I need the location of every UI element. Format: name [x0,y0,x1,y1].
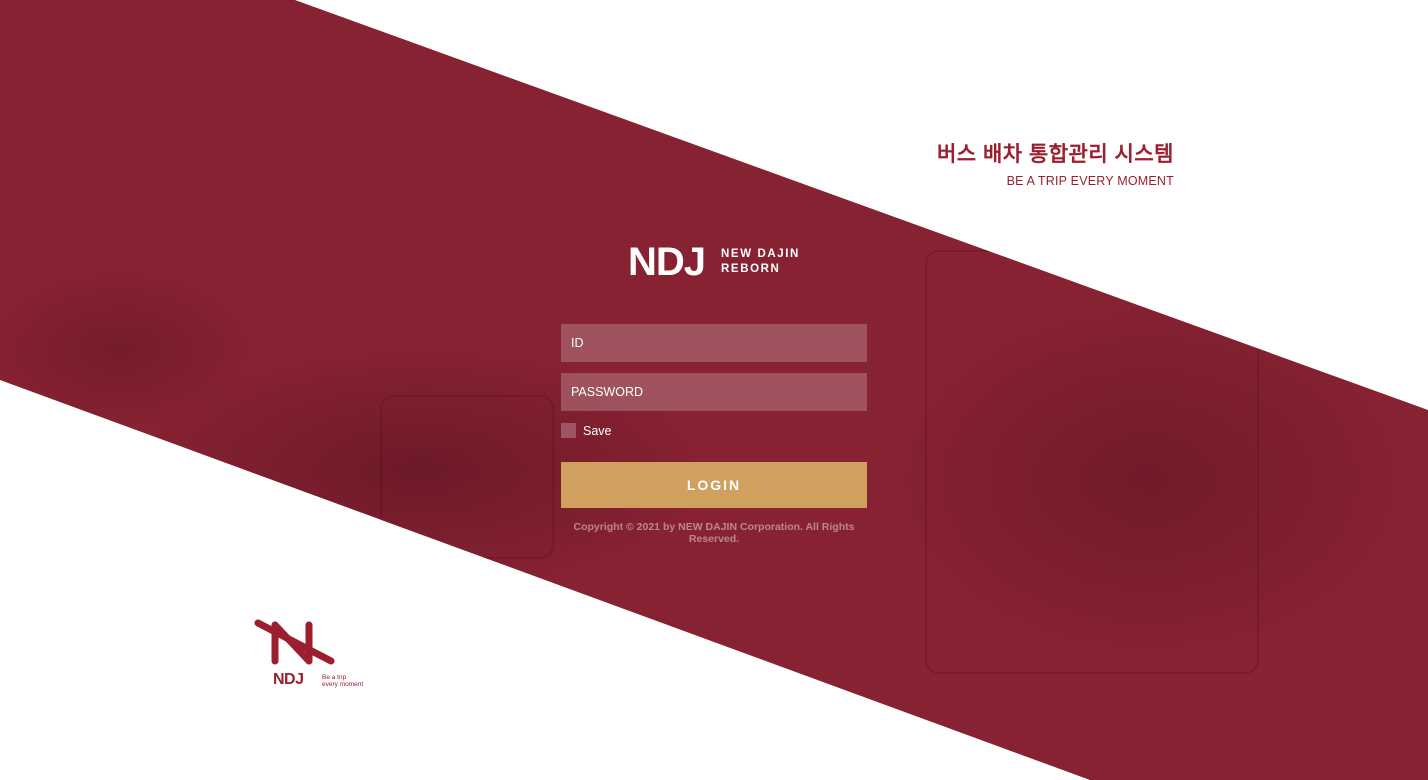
bus-silhouette [380,395,554,559]
save-label: Save [583,423,612,438]
bus-silhouette [925,250,1259,674]
ndj-emblem-icon [254,619,335,665]
login-button[interactable]: LOGIN [561,462,867,508]
system-title: 버스 배차 통합관리 시스템 BE A TRIP EVERY MOMENT [937,138,1174,188]
system-title-korean: 버스 배차 통합관리 시스템 [936,143,1174,166]
id-input[interactable] [561,324,867,362]
logo-mark: NDJ [628,240,706,284]
password-input[interactable] [561,373,867,411]
save-checkbox[interactable] [561,423,576,438]
corner-tagline-line2: every moment [322,681,364,688]
corner-logo-mark: NDJ [273,671,304,688]
ndj-logo: NDJ NEW DAJIN REBORN [628,240,800,284]
corner-logo-tagline: Be a trip every moment [322,674,363,688]
corner-logo: NDJ Be a trip every moment [253,617,373,697]
copyright-text: Copyright © 2021 by NEW DAJIN Corporatio… [573,521,855,545]
save-option[interactable]: Save [561,423,612,438]
logo-subtitle-line1: NEW DAJIN [721,248,800,260]
corner-tagline-line1: Be a trip [322,674,347,681]
logo-subtitle-line2: REBORN [721,263,781,275]
logo-subtitle: NEW DAJIN REBORN [721,247,800,277]
system-tagline: BE A TRIP EVERY MOMENT [1006,174,1174,188]
